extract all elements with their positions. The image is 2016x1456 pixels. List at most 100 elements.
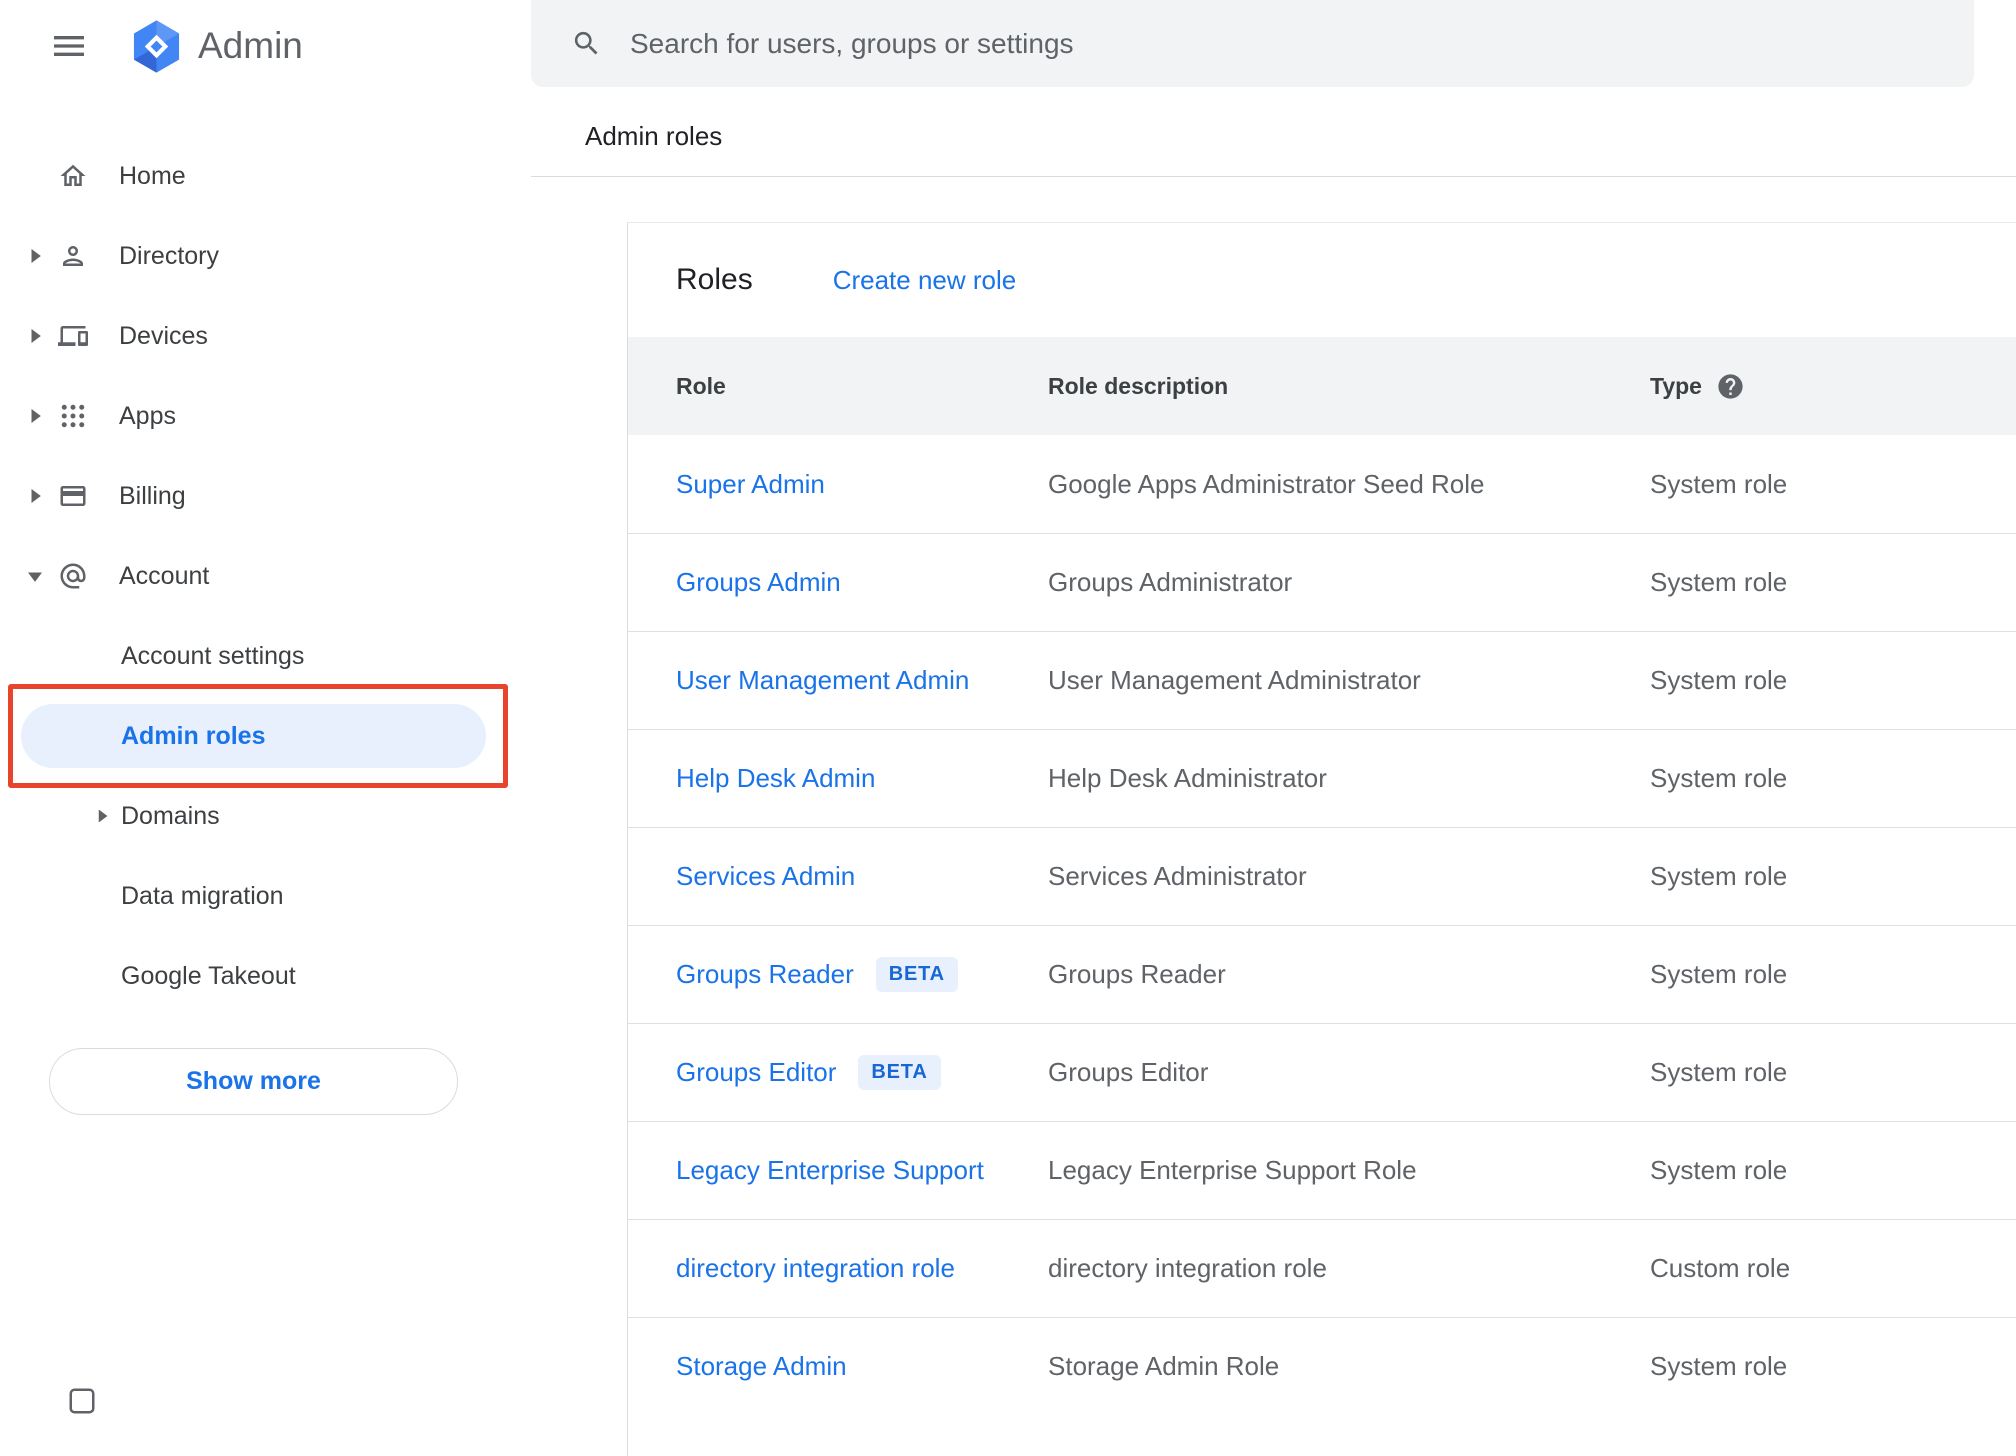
role-link[interactable]: directory integration role	[676, 1253, 955, 1284]
apps-icon	[58, 401, 88, 431]
role-cell: Super Admin	[676, 469, 1048, 500]
role-link[interactable]: Groups Admin	[676, 567, 841, 598]
role-cell: directory integration role	[676, 1253, 1048, 1284]
person-icon	[58, 241, 88, 271]
table-row: Groups Editor BETA Groups Editor System …	[628, 1023, 2016, 1121]
role-type: System role	[1650, 1351, 1788, 1381]
expand-arrow-icon[interactable]	[21, 401, 49, 431]
sidebar-item-label: Apps	[119, 401, 176, 430]
role-cell: Services Admin	[676, 861, 1048, 892]
table-header-row: Role Role description Type	[628, 337, 2016, 435]
sidebar-item-google-takeout[interactable]: Google Takeout	[0, 936, 531, 1016]
role-description: Groups Administrator	[1048, 567, 1293, 597]
role-link[interactable]: User Management Admin	[676, 665, 969, 696]
roles-title: Roles	[676, 263, 753, 296]
sidebar-item-directory[interactable]: Directory	[0, 216, 531, 296]
sidebar-nav: Home Directory Devices Apps Billing Acco…	[0, 136, 531, 1016]
role-link[interactable]: Storage Admin	[676, 1351, 847, 1382]
role-description: Legacy Enterprise Support Role	[1048, 1155, 1417, 1185]
role-type: System role	[1650, 665, 1788, 695]
role-type: System role	[1650, 468, 1788, 499]
breadcrumb: Admin roles	[585, 121, 723, 151]
app-brand[interactable]: Admin	[128, 18, 303, 75]
role-type: System role	[1650, 763, 1788, 793]
role-type: System role	[1650, 959, 1788, 989]
search-input[interactable]	[630, 0, 1974, 87]
role-link[interactable]: Super Admin	[676, 469, 825, 500]
expand-arrow-icon[interactable]	[21, 481, 49, 511]
expand-arrow-icon[interactable]	[21, 241, 49, 271]
sidebar-item-admin-roles[interactable]: Admin roles	[0, 696, 531, 776]
beta-badge: BETA	[875, 957, 958, 992]
expand-arrow-icon[interactable]	[89, 801, 115, 831]
sidebar-item-domains[interactable]: Domains	[0, 776, 531, 856]
sidebar-item-devices[interactable]: Devices	[0, 296, 531, 376]
table-row: Legacy Enterprise Support Legacy Enterpr…	[628, 1121, 2016, 1219]
header-divider	[531, 176, 2016, 177]
role-description: Help Desk Administrator	[1048, 763, 1327, 793]
collapse-arrow-icon[interactable]	[21, 561, 49, 591]
role-type: System role	[1650, 1057, 1788, 1087]
devices-icon	[58, 321, 88, 351]
role-link[interactable]: Groups Reader	[676, 959, 854, 990]
sidebar-item-apps[interactable]: Apps	[0, 376, 531, 456]
search-bar[interactable]	[531, 0, 1974, 87]
role-description: Storage Admin Role	[1048, 1351, 1280, 1381]
sidebar-item-label: Account settings	[121, 641, 305, 670]
sidebar-footer-icon[interactable]	[67, 1386, 97, 1416]
role-link[interactable]: Services Admin	[676, 861, 855, 892]
role-cell: Groups Admin	[676, 567, 1048, 598]
home-icon	[58, 161, 88, 191]
role-type: System role	[1650, 861, 1788, 891]
help-icon[interactable]	[1716, 372, 1745, 401]
sidebar-item-label: Devices	[119, 321, 208, 350]
sidebar-item-billing[interactable]: Billing	[0, 456, 531, 536]
sidebar-item-label: Admin roles	[121, 721, 266, 750]
show-more-button[interactable]: Show more	[49, 1048, 458, 1115]
sidebar-item-account[interactable]: Account	[0, 536, 531, 616]
role-link[interactable]: Help Desk Admin	[676, 763, 875, 794]
sidebar-item-label: Data migration	[121, 881, 284, 910]
table-row: Groups Admin Groups Administrator System…	[628, 533, 2016, 631]
role-type: System role	[1650, 1155, 1788, 1185]
table-row: User Management Admin User Management Ad…	[628, 631, 2016, 729]
role-description: Google Apps Administrator Seed Role	[1048, 468, 1485, 499]
role-link[interactable]: Legacy Enterprise Support	[676, 1155, 984, 1186]
sidebar-item-label: Account	[119, 561, 210, 590]
table-row: Super Admin Google Apps Administrator Se…	[628, 435, 2016, 533]
create-new-role-link[interactable]: Create new role	[833, 265, 1017, 296]
main-content: Admin roles Roles Create new role Role R…	[531, 0, 2016, 1456]
role-type: System role	[1650, 567, 1788, 597]
sidebar-item-label: Domains	[121, 801, 220, 830]
sidebar-item-label: Home	[119, 161, 186, 190]
expand-arrow-icon[interactable]	[21, 321, 49, 351]
role-cell: Groups Reader BETA	[676, 957, 1048, 992]
table-row: Help Desk Admin Help Desk Administrator …	[628, 729, 2016, 827]
sidebar-item-label: Billing	[119, 481, 186, 510]
table-row: Storage Admin Storage Admin Role System …	[628, 1317, 2016, 1415]
app-title: Admin	[198, 25, 303, 66]
admin-logo-icon	[128, 18, 185, 75]
role-link[interactable]: Groups Editor	[676, 1057, 836, 1088]
role-cell: Help Desk Admin	[676, 763, 1048, 794]
menu-icon[interactable]	[46, 26, 92, 66]
table-row: Services Admin Services Administrator Sy…	[628, 827, 2016, 925]
at-sign-icon	[58, 561, 88, 591]
sidebar-item-data-migration[interactable]: Data migration	[0, 856, 531, 936]
column-header-type: Type	[1650, 372, 2016, 401]
roles-card-header: Roles Create new role	[628, 223, 2016, 337]
search-icon[interactable]	[571, 28, 602, 59]
sidebar-item-label: Directory	[119, 241, 220, 270]
role-type: Custom role	[1650, 1253, 1791, 1283]
beta-badge: BETA	[858, 1055, 941, 1090]
role-cell: User Management Admin	[676, 665, 1048, 696]
sidebar-item-account-settings[interactable]: Account settings	[0, 616, 531, 696]
role-description: directory integration role	[1048, 1253, 1327, 1283]
role-cell: Legacy Enterprise Support	[676, 1155, 1048, 1186]
role-description: User Management Administrator	[1048, 665, 1421, 695]
sidebar-item-home[interactable]: Home	[0, 136, 531, 216]
roles-card: Roles Create new role Role Role descript…	[627, 222, 2016, 1456]
role-description: Groups Editor	[1048, 1057, 1209, 1087]
table-row: directory integration role directory int…	[628, 1219, 2016, 1317]
sidebar-item-label: Google Takeout	[121, 961, 296, 990]
